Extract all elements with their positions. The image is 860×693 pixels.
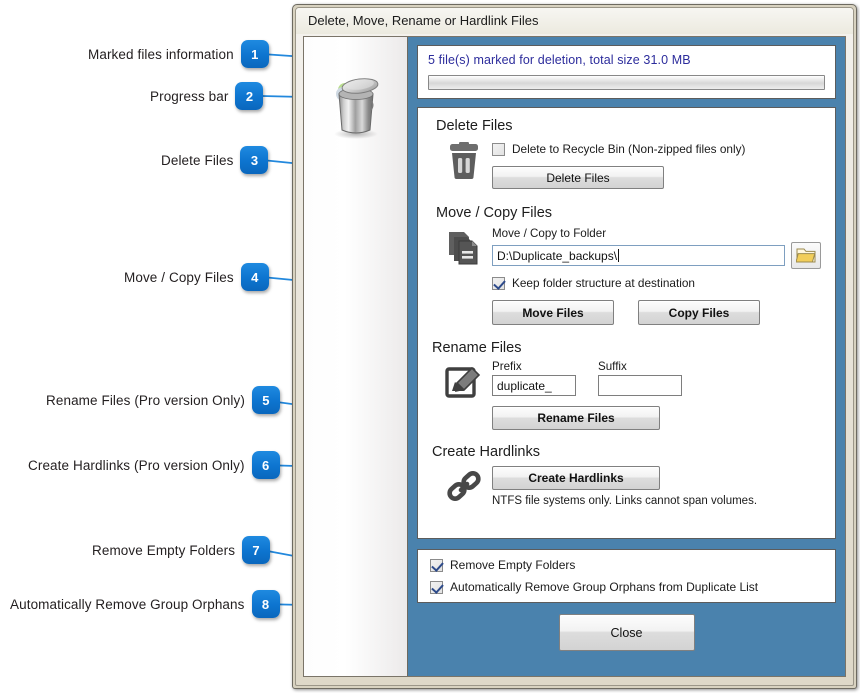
move-copy-folder-label: Move / Copy to Folder: [492, 227, 607, 240]
suffix-input[interactable]: [598, 375, 682, 396]
rename-pencil-icon: [445, 366, 481, 398]
footer-row: Close: [417, 614, 836, 651]
callout-4: Move / Copy Files 4: [124, 263, 269, 291]
screenshot-root: Marked files information 1 Progress bar …: [0, 0, 860, 693]
callout-1-badge: 1: [240, 40, 269, 68]
dialog-body: 5 file(s) marked for deletion, total siz…: [408, 37, 845, 676]
delete-files-button[interactable]: Delete Files: [492, 166, 664, 189]
text-caret: [618, 249, 620, 262]
status-panel: 5 file(s) marked for deletion, total siz…: [417, 45, 836, 99]
callout-2-label: Progress bar: [150, 88, 229, 104]
close-button[interactable]: Close: [558, 614, 695, 651]
hardlink-icon-wrap: [436, 464, 492, 507]
progress-bar: [428, 75, 825, 90]
callout-7: Remove Empty Folders 7: [92, 536, 271, 564]
folder-icon: [796, 248, 816, 263]
rename-icon-wrap: [436, 360, 492, 430]
dialog-window: Delete, Move, Rename or Hardlink Files 5…: [292, 4, 857, 689]
dialog-client-area: 5 file(s) marked for deletion, total siz…: [303, 36, 846, 677]
create-hardlinks-section-title: Create Hardlinks: [432, 444, 540, 460]
options-panel: Remove Empty Folders Automatically Remov…: [417, 549, 836, 603]
keep-folder-structure-checkbox[interactable]: [492, 276, 505, 290]
prefix-input[interactable]: duplicate_: [492, 375, 576, 396]
move-copy-folder-input[interactable]: D:\Duplicate_backups\: [492, 245, 785, 266]
marked-files-status-text: 5 file(s) marked for deletion, total siz…: [428, 53, 691, 67]
prefix-label: Prefix: [492, 360, 522, 373]
callout-3-badge: 3: [240, 146, 269, 174]
delete-to-recycle-bin-checkbox[interactable]: [492, 142, 505, 156]
remove-empty-folders-label: Remove Empty Folders: [450, 558, 576, 572]
rename-files-section-title: Rename Files: [432, 340, 522, 356]
callout-6-badge: 6: [251, 451, 280, 479]
create-hardlinks-section: Create Hardlinks NTFS file systems only.…: [436, 464, 821, 507]
move-copy-folder-value: D:\Duplicate_backups\: [497, 248, 618, 263]
callout-7-badge: 7: [242, 536, 271, 564]
delete-files-section: Delete to Recycle Bin (Non-zipped files …: [436, 138, 821, 189]
delete-files-body: Delete to Recycle Bin (Non-zipped files …: [492, 138, 821, 189]
hardlinks-note: NTFS file systems only. Links cannot spa…: [492, 495, 758, 507]
sidebar-illustration-panel: [304, 37, 408, 676]
callout-7-label: Remove Empty Folders: [92, 542, 236, 558]
move-copy-section: Move / Copy to Folder D:\Duplicate_backu…: [436, 225, 821, 325]
suffix-label: Suffix: [598, 360, 627, 373]
callout-4-label: Move / Copy Files: [124, 269, 234, 285]
trash-bin-icon: [334, 78, 379, 139]
callout-8-badge: 8: [251, 590, 280, 618]
callout-3: Delete Files 3: [161, 146, 269, 174]
keep-folder-structure-label: Keep folder structure at destination: [512, 276, 695, 290]
callout-2: Progress bar 2: [150, 82, 264, 110]
callout-8: Automatically Remove Group Orphans 8: [10, 590, 280, 618]
remove-group-orphans-checkbox-row[interactable]: Automatically Remove Group Orphans from …: [430, 580, 835, 594]
callout-5: Rename Files (Pro version Only) 5: [46, 386, 280, 414]
trash-icon-wrap: [436, 138, 492, 189]
chain-link-icon: [447, 471, 481, 501]
callout-6-label: Create Hardlinks (Pro version Only): [28, 457, 245, 473]
create-hardlinks-body: Create Hardlinks NTFS file systems only.…: [492, 464, 821, 507]
window-titlebar: Delete, Move, Rename or Hardlink Files: [296, 8, 853, 34]
create-hardlinks-button[interactable]: Create Hardlinks: [492, 466, 660, 490]
rename-files-button[interactable]: Rename Files: [492, 406, 660, 430]
callout-1-label: Marked files information: [88, 46, 234, 62]
callout-6: Create Hardlinks (Pro version Only) 6: [28, 451, 280, 479]
callout-1: Marked files information 1: [88, 40, 269, 68]
delete-to-recycle-bin-label: Delete to Recycle Bin (Non-zipped files …: [512, 142, 746, 156]
callout-3-label: Delete Files: [161, 152, 234, 168]
trash-icon: [450, 142, 478, 179]
actions-panel: Delete Files Delete to Recycle Bin (Non-…: [417, 107, 836, 539]
move-files-button[interactable]: Move Files: [492, 300, 614, 325]
copy-files-icon: [449, 232, 478, 265]
move-copy-section-title: Move / Copy Files: [436, 205, 553, 221]
rename-files-body: Prefix duplicate_ Suffix Rename Files: [492, 360, 821, 430]
delete-to-recycle-bin-checkbox-row[interactable]: Delete to Recycle Bin (Non-zipped files …: [492, 142, 821, 156]
callout-5-label: Rename Files (Pro version Only): [46, 392, 245, 408]
callout-4-badge: 4: [240, 263, 269, 291]
window-inner: Delete, Move, Rename or Hardlink Files 5…: [295, 7, 854, 686]
callout-2-badge: 2: [235, 82, 264, 110]
callout-8-label: Automatically Remove Group Orphans: [10, 596, 245, 612]
keep-folder-structure-checkbox-row[interactable]: Keep folder structure at destination: [492, 276, 821, 290]
rename-files-section: Prefix duplicate_ Suffix Rename Files: [436, 360, 821, 430]
copy-files-button[interactable]: Copy Files: [638, 300, 760, 325]
remove-empty-folders-checkbox-row[interactable]: Remove Empty Folders: [430, 558, 835, 572]
remove-empty-folders-checkbox[interactable]: [430, 558, 443, 572]
copy-icon-wrap: [436, 225, 492, 325]
window-title: Delete, Move, Rename or Hardlink Files: [308, 13, 539, 28]
browse-folder-button[interactable]: [791, 242, 821, 269]
remove-group-orphans-checkbox[interactable]: [430, 580, 443, 594]
remove-group-orphans-label: Automatically Remove Group Orphans from …: [450, 580, 759, 594]
prefix-value: duplicate_: [497, 378, 552, 393]
move-copy-body: Move / Copy to Folder D:\Duplicate_backu…: [492, 225, 821, 325]
callout-5-badge: 5: [251, 386, 280, 414]
delete-files-section-title: Delete Files: [436, 118, 513, 134]
